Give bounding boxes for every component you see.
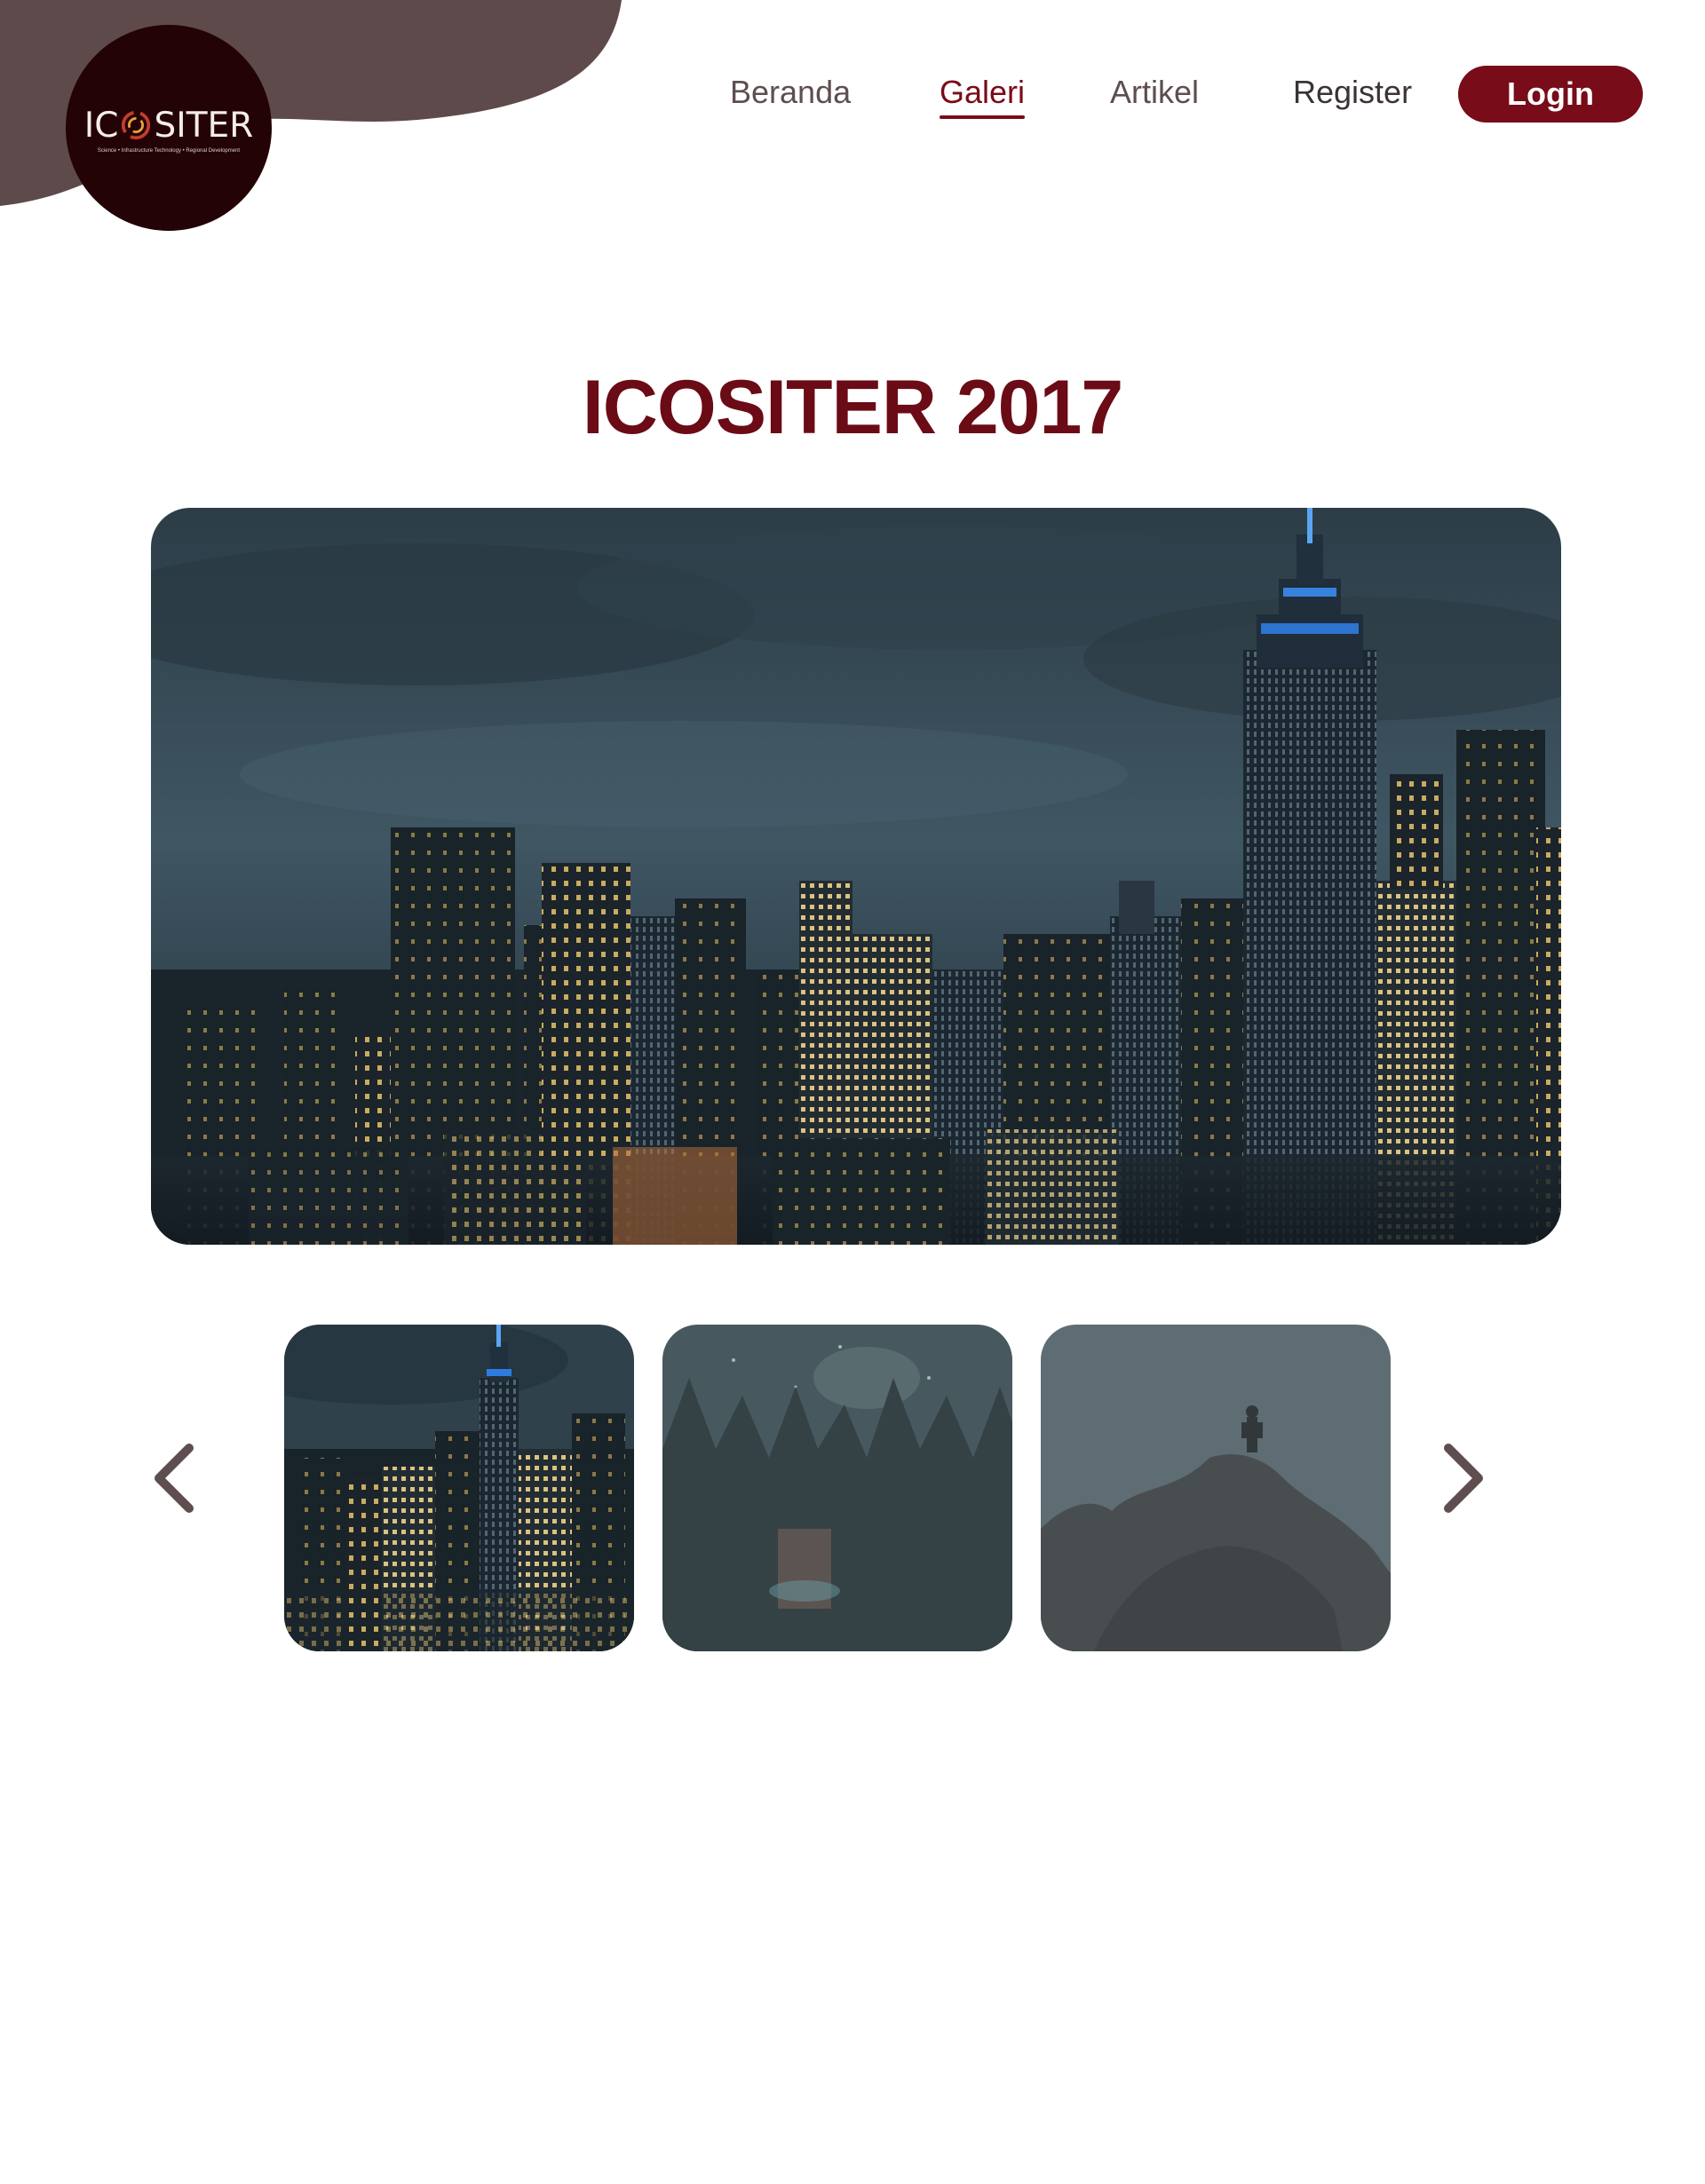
city-thumbnail-image xyxy=(284,1325,634,1651)
nav-link-galeri-label: Galeri xyxy=(940,74,1026,110)
logo-tagline: Science • Infrastructure Technology • Re… xyxy=(97,147,241,154)
city-skyline-image xyxy=(151,508,1561,1245)
nav-link-galeri[interactable]: Galeri xyxy=(940,71,1026,119)
main-nav: Beranda Galeri Artikel Register Login xyxy=(0,64,1705,123)
gallery-thumbnail-rock[interactable] xyxy=(1041,1325,1391,1651)
chevron-left-icon xyxy=(155,1444,194,1513)
chevron-right-icon xyxy=(1444,1444,1483,1513)
gallery-thumbnail-city[interactable] xyxy=(284,1325,634,1651)
site-logo[interactable]: IC SITER Science • Infrastructure Techno… xyxy=(66,25,272,231)
carousel-next-button[interactable] xyxy=(1433,1438,1495,1518)
forest-thumbnail-image xyxy=(662,1325,1012,1651)
nav-active-underline xyxy=(940,115,1026,119)
login-button[interactable]: Login xyxy=(1458,66,1643,123)
gallery-title: ICOSITER 2017 xyxy=(582,365,1123,450)
carousel-prev-button[interactable] xyxy=(142,1438,204,1518)
nav-link-beranda[interactable]: Beranda xyxy=(730,71,851,114)
nav-link-artikel[interactable]: Artikel xyxy=(1110,71,1199,114)
gallery-thumbnail-forest[interactable] xyxy=(662,1325,1012,1651)
gallery-main-image xyxy=(151,508,1561,1245)
rock-thumbnail-image xyxy=(1041,1325,1391,1651)
nav-link-register[interactable]: Register xyxy=(1293,71,1412,114)
